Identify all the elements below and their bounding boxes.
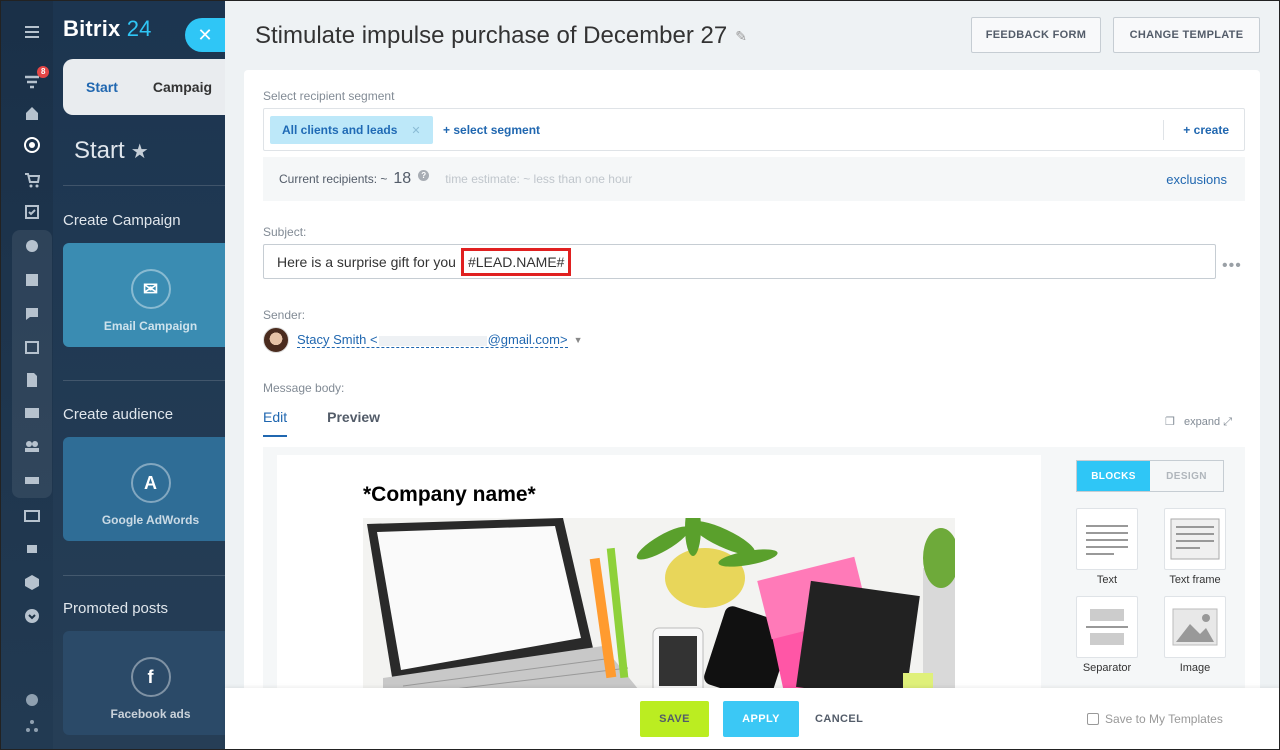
footer-bar: SAVE APPLY CANCEL Save to My Templates (225, 688, 1280, 750)
section-title: Promoted posts (63, 600, 169, 617)
tab-preview[interactable]: Preview (327, 409, 380, 437)
email-hero-image[interactable] (363, 518, 955, 695)
sender-selector[interactable]: Stacy Smith < @gmail.com> ▼ (263, 327, 583, 353)
lead-name-token: #LEAD.NAME# (460, 247, 572, 276)
page-title: Stimulate impulse purchase of December 2… (255, 22, 747, 49)
create-segment-link[interactable]: + create (1183, 123, 1229, 137)
subject-label: Subject: (263, 225, 307, 239)
brand-logo[interactable]: Bitrix 24 (63, 16, 152, 42)
google-adwords-tile[interactable]: A Google AdWords (63, 437, 238, 541)
star-icon[interactable]: ★ (131, 141, 149, 163)
facebook-ads-tile[interactable]: f Facebook ads (63, 631, 238, 735)
section-title: Create audience (63, 406, 174, 423)
divider (1163, 120, 1164, 140)
blocks-design-toggle: BLOCKS DESIGN (1076, 460, 1224, 492)
separator-icon (1076, 596, 1138, 658)
select-segment-link[interactable]: + select segment (443, 123, 540, 137)
exclusions-link[interactable]: exclusions (1166, 172, 1227, 187)
adwords-icon: A (130, 463, 171, 503)
save-button[interactable]: SAVE (640, 701, 709, 737)
block-text[interactable]: Text (1076, 508, 1138, 586)
checkbox[interactable] (1087, 713, 1099, 725)
email-campaign-tile[interactable]: ✉ Email Campaign (63, 243, 238, 347)
block-label: Text frame (1169, 574, 1221, 586)
close-slider-button[interactable]: ✕ (185, 18, 225, 52)
divider (63, 380, 243, 381)
text-block-icon (1076, 508, 1138, 570)
recipients-count: 18 (393, 170, 412, 187)
checkbox-label: Save to My Templates (1105, 712, 1223, 726)
block-image[interactable]: Image (1164, 596, 1226, 674)
page-tabs: Start Campaig (63, 59, 233, 115)
image-icon (1164, 596, 1226, 658)
block-separator[interactable]: Separator (1076, 596, 1138, 674)
form-card: Select recipient segment All clients and… (244, 70, 1260, 695)
tab-design[interactable]: DESIGN (1150, 461, 1223, 491)
apply-button[interactable]: APPLY (723, 701, 799, 737)
tab-start[interactable]: Start (86, 79, 118, 95)
blocks-panel: BLOCKS DESIGN Text Text frame Separator (1057, 447, 1245, 695)
help-icon[interactable]: ? (418, 169, 430, 181)
message-body-label: Message body: (263, 381, 345, 395)
email-canvas[interactable]: *Company name* (277, 455, 1041, 695)
facebook-icon: f (130, 657, 171, 697)
recipients-bar: Current recipients: ~ 18 ? time estimate… (263, 157, 1245, 201)
tab-blocks[interactable]: BLOCKS (1077, 461, 1150, 491)
envelope-icon: ✉ (130, 269, 171, 309)
cancel-button[interactable]: CANCEL (815, 701, 863, 737)
section-title: Create Campaign (63, 212, 181, 229)
more-options-icon[interactable]: ••• (1222, 257, 1242, 275)
redacted-email (378, 335, 487, 346)
remove-icon[interactable]: ✕ (411, 124, 420, 137)
sender-label: Sender: (263, 308, 306, 322)
subject-input[interactable]: Here is a surprise gift for you #LEAD.NA… (263, 244, 1216, 279)
expand-icon: ⤢ (1223, 416, 1232, 428)
company-name-heading[interactable]: *Company name* (363, 483, 536, 507)
chevron-down-icon[interactable]: ▼ (574, 335, 583, 345)
feedback-form-button[interactable]: FEEDBACK FORM (971, 17, 1101, 53)
block-label: Text (1096, 574, 1118, 586)
block-label: Image (1179, 662, 1211, 674)
subject-text: Here is a surprise gift for you (277, 253, 456, 270)
tile-label: Facebook ads (110, 707, 191, 721)
expand-button[interactable]: ❐ expand ⤢ (1165, 415, 1232, 429)
sender-name[interactable]: Stacy Smith < @gmail.com> (297, 332, 568, 348)
start-title: Start ★ (74, 137, 149, 164)
tab-campaigns[interactable]: Campaig (153, 79, 212, 95)
block-label: Separator (1082, 662, 1132, 674)
message-tabs: Edit Preview (263, 409, 380, 437)
tile-label: Google AdWords (101, 513, 200, 527)
text-frame-icon (1164, 508, 1226, 570)
divider (63, 185, 243, 186)
save-template-checkbox[interactable]: Save to My Templates (1087, 712, 1223, 726)
campaign-editor-panel: Stimulate impulse purchase of December 2… (225, 0, 1280, 750)
pencil-icon[interactable]: ✎ (735, 28, 747, 45)
segment-label: Select recipient segment (263, 89, 395, 103)
segment-selector[interactable]: All clients and leads ✕ + select segment … (263, 108, 1245, 151)
tile-label: Email Campaign (103, 319, 198, 333)
change-template-button[interactable]: CHANGE TEMPLATE (1113, 17, 1260, 53)
block-text-frame[interactable]: Text frame (1164, 508, 1226, 586)
recipients-label: Current recipients: ~ (279, 172, 388, 186)
tab-edit[interactable]: Edit (263, 409, 288, 437)
segment-chip[interactable]: All clients and leads ✕ (270, 116, 433, 144)
divider (63, 575, 243, 576)
close-icon: ✕ (197, 24, 213, 45)
copy-icon: ❐ (1164, 416, 1175, 428)
email-editor: *Company name* BLOCKS DESIGN Text Text f… (263, 447, 1245, 695)
time-estimate: time estimate: ~ less than one hour (445, 172, 633, 186)
avatar (263, 327, 289, 353)
